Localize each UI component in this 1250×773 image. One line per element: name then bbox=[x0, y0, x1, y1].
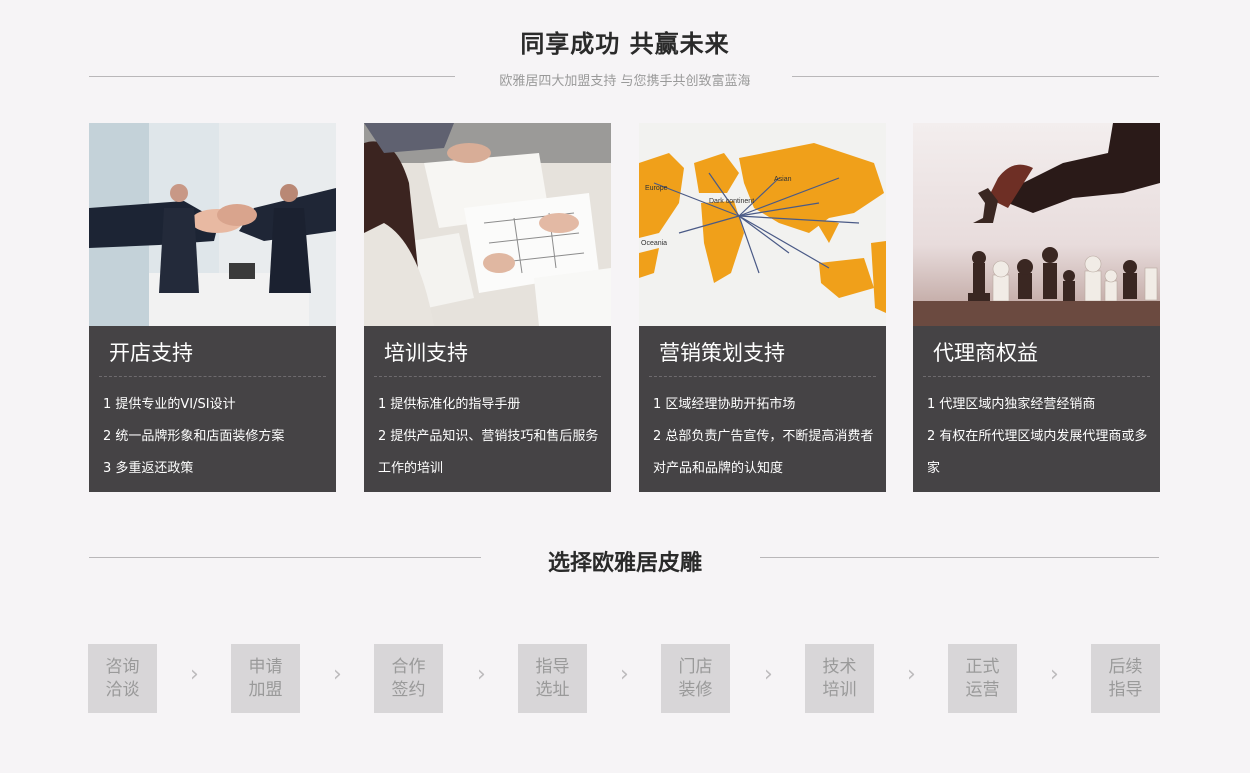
step-label: 咨询 bbox=[105, 656, 140, 677]
card-title: 代理商权益 bbox=[933, 341, 1038, 365]
step-label: 正式 bbox=[965, 656, 1000, 677]
step-label: 门店 bbox=[678, 656, 713, 677]
step-label: 指导 bbox=[535, 656, 570, 677]
step-decoration[interactable]: 门店 装修 bbox=[661, 644, 730, 713]
card-title: 营销策划支持 bbox=[659, 341, 785, 365]
card-body: 1 提供标准化的指导手册 2 提供产品知识、营销技巧和售后服务工作的培训 bbox=[378, 389, 603, 485]
support-card-store[interactable]: 开店支持 1 提供专业的VI/SI设计 2 统一品牌形象和店面装修方案 3 多重… bbox=[89, 123, 336, 492]
chevron-right-icon: › bbox=[1050, 662, 1059, 687]
handshake-photo bbox=[89, 123, 336, 326]
card-line: 1 提供专业的VI/SI设计 bbox=[103, 397, 236, 412]
step-label: 培训 bbox=[822, 679, 857, 700]
map-label: Dark continent bbox=[709, 198, 754, 205]
card-body: 1 区域经理协助开拓市场 2 总部负责广告宣传，不断提高消费者对产品和品牌的认知… bbox=[653, 389, 878, 485]
chess-photo bbox=[913, 123, 1160, 326]
card-line: 2 提供产品知识、营销技巧和售后服务工作的培训 bbox=[378, 429, 599, 476]
step-operation[interactable]: 正式 运营 bbox=[948, 644, 1017, 713]
card-line: 2 有权在所代理区域内发展代理商或多家 bbox=[927, 429, 1148, 476]
chevron-right-icon: › bbox=[333, 662, 342, 687]
step-apply[interactable]: 申请 加盟 bbox=[231, 644, 300, 713]
step-sign[interactable]: 合作 签约 bbox=[374, 644, 443, 713]
step-label: 运营 bbox=[965, 679, 1000, 700]
card-title: 开店支持 bbox=[109, 341, 193, 365]
card-line: 3 多重返还政策 bbox=[103, 461, 194, 476]
section-title: 选择欧雅居皮雕 bbox=[547, 551, 702, 576]
chevron-right-icon: › bbox=[477, 662, 486, 687]
support-card-training[interactable]: 培训支持 1 提供标准化的指导手册 2 提供产品知识、营销技巧和售后服务工作的培… bbox=[364, 123, 611, 492]
map-label: Asian bbox=[774, 176, 792, 183]
card-divider bbox=[99, 376, 326, 377]
chevron-right-icon: › bbox=[764, 662, 773, 687]
card-line: 2 总部负责广告宣传，不断提高消费者对产品和品牌的认知度 bbox=[653, 429, 874, 476]
step-follow-up[interactable]: 后续 指导 bbox=[1091, 644, 1160, 713]
step-label: 申请 bbox=[248, 656, 283, 677]
step-label: 签约 bbox=[391, 679, 426, 700]
chevron-right-icon: › bbox=[190, 662, 199, 687]
card-divider bbox=[374, 376, 601, 377]
map-label: Europe bbox=[645, 185, 668, 192]
card-divider bbox=[923, 376, 1150, 377]
card-line: 1 区域经理协助开拓市场 bbox=[653, 397, 796, 412]
card-line: 1 代理区域内独家经营经销商 bbox=[927, 397, 1096, 412]
chevron-right-icon: › bbox=[620, 662, 629, 687]
step-label: 洽谈 bbox=[105, 679, 140, 700]
page-subtitle: 欧雅居四大加盟支持 与您携手共创致富蓝海 bbox=[499, 74, 751, 89]
step-label: 装修 bbox=[678, 679, 713, 700]
card-divider bbox=[649, 376, 876, 377]
step-training[interactable]: 技术 培训 bbox=[805, 644, 874, 713]
page-title: 同享成功 共赢未来 bbox=[520, 30, 730, 58]
step-label: 合作 bbox=[391, 656, 426, 677]
support-card-agent[interactable]: 代理商权益 1 代理区域内独家经营经销商 2 有权在所代理区域内发展代理商或多家 bbox=[913, 123, 1160, 492]
support-card-marketing[interactable]: Europe Asian Dark continent Oceania 营销策划… bbox=[639, 123, 886, 492]
step-label: 技术 bbox=[822, 656, 857, 677]
step-label: 选址 bbox=[535, 679, 570, 700]
step-site-selection[interactable]: 指导 选址 bbox=[518, 644, 587, 713]
card-line: 2 统一品牌形象和店面装修方案 bbox=[103, 429, 285, 444]
step-label: 指导 bbox=[1108, 679, 1143, 700]
world-map-photo: Europe Asian Dark continent Oceania bbox=[639, 123, 886, 326]
chevron-right-icon: › bbox=[907, 662, 916, 687]
map-label: Oceania bbox=[641, 240, 667, 247]
training-photo bbox=[364, 123, 611, 326]
card-body: 1 代理区域内独家经营经销商 2 有权在所代理区域内发展代理商或多家 bbox=[927, 389, 1152, 485]
card-title: 培训支持 bbox=[384, 341, 468, 365]
step-label: 加盟 bbox=[248, 679, 283, 700]
step-label: 后续 bbox=[1108, 656, 1143, 677]
card-body: 1 提供专业的VI/SI设计 2 统一品牌形象和店面装修方案 3 多重返还政策 bbox=[103, 389, 328, 485]
step-consult[interactable]: 咨询 洽谈 bbox=[88, 644, 157, 713]
card-line: 1 提供标准化的指导手册 bbox=[378, 397, 521, 412]
